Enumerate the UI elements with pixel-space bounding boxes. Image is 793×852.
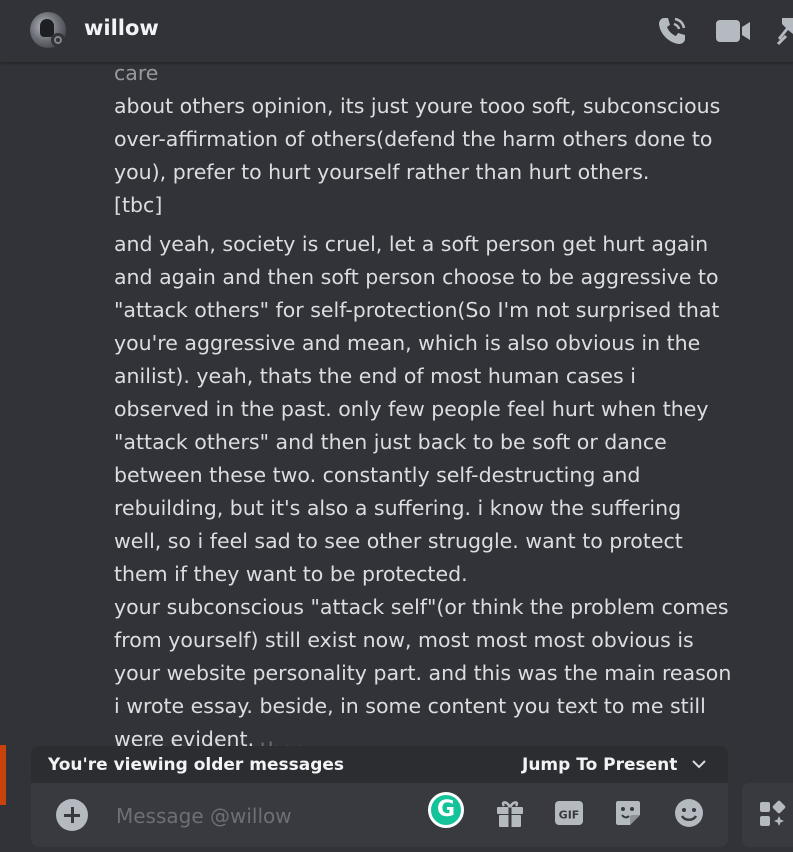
message-list: depression and eating disorder its not l…	[114, 28, 738, 756]
message-text: your subconscious "attack self"(or think…	[114, 595, 738, 751]
message-text: about others opinion, its just youre too…	[114, 94, 727, 184]
chevron-down-icon[interactable]	[691, 756, 707, 772]
video-call-icon[interactable]	[715, 16, 751, 46]
apps-launcher[interactable]	[742, 783, 793, 847]
message-composer: G GIF	[31, 783, 728, 847]
svg-text:GIF: GIF	[559, 809, 580, 822]
message-text: and yeah, society is cruel, let a soft p…	[114, 232, 726, 586]
gift-icon[interactable]	[494, 797, 526, 829]
apps-icon[interactable]	[758, 799, 788, 831]
channel-header: willow	[0, 0, 793, 63]
guild-sidebar-edge	[0, 745, 6, 805]
sticker-icon[interactable]	[612, 797, 644, 829]
pinned-messages-icon[interactable]	[776, 16, 793, 48]
upload-plus-button[interactable]	[56, 799, 88, 831]
status-indicator	[51, 33, 65, 47]
message-text: [tbc]	[114, 193, 163, 217]
message-input[interactable]	[114, 799, 428, 833]
emoji-icon[interactable]	[673, 797, 705, 829]
voice-call-icon[interactable]	[655, 14, 689, 48]
older-messages-notice: You're viewing older messages	[48, 755, 345, 775]
dm-username[interactable]: willow	[84, 16, 159, 40]
older-messages-bar: You're viewing older messages Jump To Pr…	[31, 746, 728, 786]
gif-icon[interactable]: GIF	[553, 797, 585, 829]
grammarly-icon[interactable]: G	[428, 792, 464, 828]
jump-to-present-button[interactable]: Jump To Present	[522, 755, 677, 775]
